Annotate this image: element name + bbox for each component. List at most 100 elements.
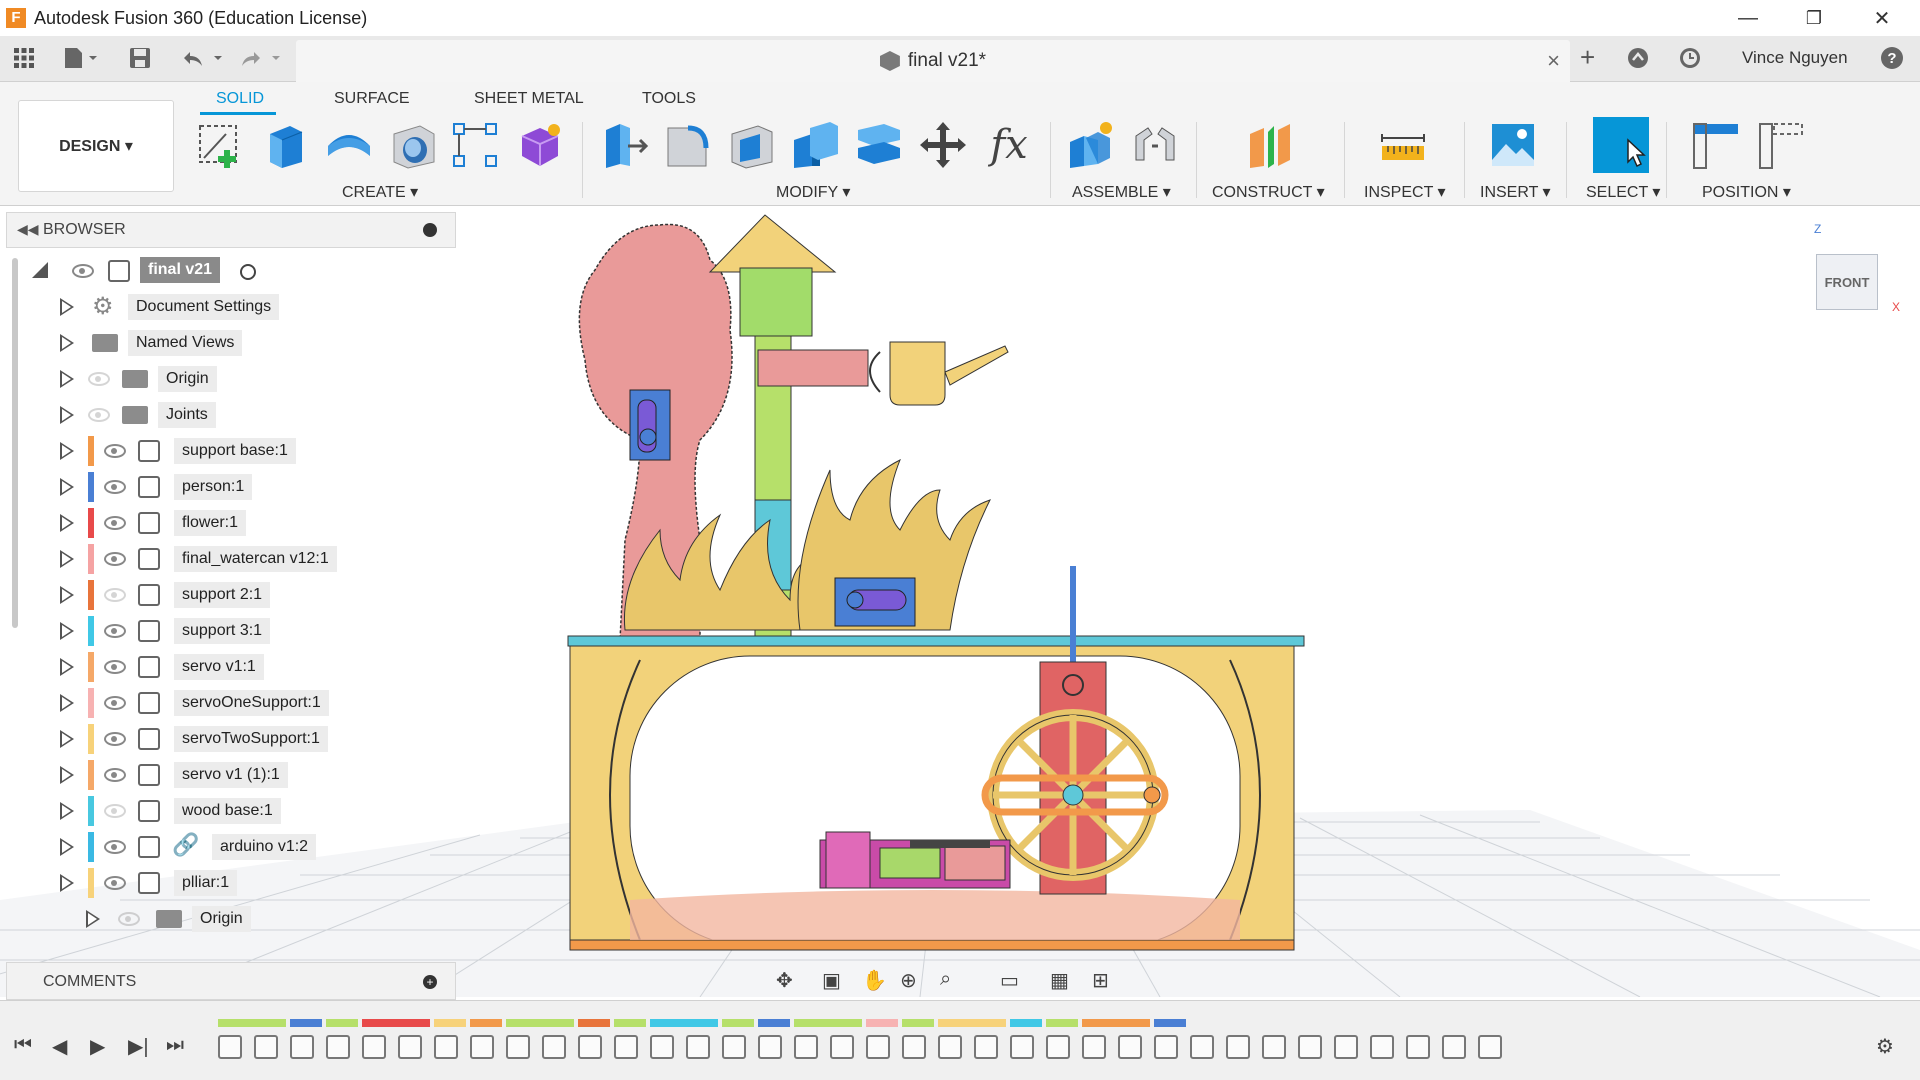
browser-item[interactable]: ⚙ Document Settings: [0, 292, 456, 322]
timeline-feature-icon[interactable]: [938, 1035, 962, 1059]
tab-surface[interactable]: SURFACE: [334, 90, 410, 108]
pattern-icon[interactable]: [450, 120, 500, 170]
display-settings-icon[interactable]: ▭: [1000, 968, 1026, 994]
look-at-icon[interactable]: ▣: [822, 968, 848, 994]
expand-triangle-icon[interactable]: [60, 658, 74, 676]
shell-icon[interactable]: [726, 120, 776, 170]
browser-item[interactable]: Origin: [0, 904, 456, 934]
browser-item[interactable]: servoTwoSupport:1: [0, 724, 456, 754]
expand-triangle-icon[interactable]: [60, 766, 74, 784]
go-to-end-icon[interactable]: ⏭: [166, 1034, 184, 1057]
press-pull-icon[interactable]: [600, 120, 650, 170]
expand-triangle-icon[interactable]: [60, 730, 74, 748]
timeline-feature-icon[interactable]: [1442, 1035, 1466, 1059]
timeline-feature-icon[interactable]: [1478, 1035, 1502, 1059]
select-icon[interactable]: [1592, 116, 1650, 174]
create-form-icon[interactable]: [514, 120, 564, 170]
browser-item[interactable]: Origin: [0, 364, 456, 394]
eye-icon[interactable]: [104, 732, 126, 746]
tab-tools[interactable]: TOOLS: [642, 90, 696, 108]
timeline-feature-icon[interactable]: [1226, 1035, 1250, 1059]
expand-triangle-icon[interactable]: [60, 838, 74, 856]
timeline-feature-icon[interactable]: [1406, 1035, 1430, 1059]
expand-triangle-icon[interactable]: [60, 406, 74, 424]
eye-icon[interactable]: [104, 696, 126, 710]
capture-position-icon[interactable]: [1690, 120, 1740, 170]
fillet-icon[interactable]: [662, 120, 712, 170]
timeline-feature-icon[interactable]: [1154, 1035, 1178, 1059]
activate-radio-icon[interactable]: [240, 264, 256, 280]
eye-icon[interactable]: [104, 516, 126, 530]
timeline-feature-icon[interactable]: [1118, 1035, 1142, 1059]
parameters-fx-icon[interactable]: fx: [984, 120, 1034, 170]
measure-icon[interactable]: [1378, 120, 1428, 170]
collapse-panel-icon[interactable]: ◀◀: [17, 221, 39, 238]
redo-icon[interactable]: [236, 46, 286, 72]
eye-icon[interactable]: [104, 552, 126, 566]
revolve-icon[interactable]: [324, 120, 374, 170]
split-body-icon[interactable]: [854, 120, 904, 170]
browser-panel-header[interactable]: ◀◀ BROWSER: [6, 212, 456, 248]
timeline-feature-icon[interactable]: [218, 1035, 242, 1059]
timeline-feature-icon[interactable]: [434, 1035, 458, 1059]
browser-item[interactable]: wood base:1: [0, 796, 456, 826]
timeline-feature-icon[interactable]: [542, 1035, 566, 1059]
timeline-feature-icon[interactable]: [578, 1035, 602, 1059]
user-name[interactable]: Vince Nguyen: [1742, 48, 1848, 68]
construct-group-label[interactable]: CONSTRUCT ▾: [1212, 182, 1325, 202]
add-comment-icon[interactable]: +: [423, 975, 437, 989]
expand-triangle-icon[interactable]: [60, 370, 74, 388]
browser-item[interactable]: Named Views: [0, 328, 456, 358]
browser-minimize-icon[interactable]: [423, 223, 437, 237]
hole-icon[interactable]: [388, 120, 438, 170]
close-tab-icon[interactable]: ×: [1547, 48, 1560, 74]
go-to-start-icon[interactable]: ⏮: [14, 1034, 32, 1057]
browser-item[interactable]: flower:1: [0, 508, 456, 538]
timeline-feature-icon[interactable]: [1190, 1035, 1214, 1059]
timeline-feature-icon[interactable]: [470, 1035, 494, 1059]
browser-item[interactable]: servo v1 (1):1: [0, 760, 456, 790]
timeline-feature-icon[interactable]: [326, 1035, 350, 1059]
eye-icon[interactable]: [104, 444, 126, 458]
timeline-feature-icon[interactable]: [1334, 1035, 1358, 1059]
timeline-feature-icon[interactable]: [1082, 1035, 1106, 1059]
restore-button[interactable]: ❐: [1784, 0, 1844, 36]
timeline-feature-icon[interactable]: [722, 1035, 746, 1059]
viewports-icon[interactable]: ⊞: [1092, 968, 1118, 994]
expand-triangle-icon[interactable]: [60, 550, 74, 568]
eye-icon[interactable]: [104, 624, 126, 638]
browser-item[interactable]: servoOneSupport:1: [0, 688, 456, 718]
eye-icon[interactable]: [88, 372, 110, 386]
collapse-triangle-icon[interactable]: [32, 262, 48, 278]
save-icon[interactable]: [128, 46, 152, 72]
timeline-feature-icon[interactable]: [758, 1035, 782, 1059]
new-tab-icon[interactable]: +: [1580, 44, 1595, 70]
assemble-group-label[interactable]: ASSEMBLE ▾: [1072, 182, 1171, 202]
move-copy-icon[interactable]: [918, 120, 968, 170]
extrude-icon[interactable]: [260, 120, 310, 170]
close-window-button[interactable]: ✕: [1852, 0, 1912, 36]
modify-group-label[interactable]: MODIFY ▾: [776, 182, 850, 202]
expand-triangle-icon[interactable]: [60, 622, 74, 640]
eye-icon[interactable]: [118, 912, 140, 926]
timeline-feature-icon[interactable]: [866, 1035, 890, 1059]
help-icon[interactable]: ?: [1880, 46, 1904, 72]
document-tab[interactable]: final v21* ×: [296, 40, 1570, 82]
eye-icon[interactable]: [104, 876, 126, 890]
eye-icon[interactable]: [104, 588, 126, 602]
table-top-model[interactable]: [567, 635, 1305, 647]
expand-triangle-icon[interactable]: [60, 694, 74, 712]
minimize-button[interactable]: —: [1718, 0, 1778, 36]
browser-item[interactable]: servo v1:1: [0, 652, 456, 682]
viewcube[interactable]: FRONT: [1816, 254, 1878, 310]
timeline-feature-icon[interactable]: [686, 1035, 710, 1059]
timeline-feature-icon[interactable]: [794, 1035, 818, 1059]
browser-item[interactable]: plliar:1: [0, 868, 456, 898]
new-component-icon[interactable]: [1066, 120, 1116, 170]
eye-icon[interactable]: [72, 264, 94, 278]
select-group-label[interactable]: SELECT ▾: [1586, 182, 1660, 202]
create-group-label[interactable]: CREATE ▾: [342, 182, 418, 202]
timeline-feature-icon[interactable]: [650, 1035, 674, 1059]
fit-icon[interactable]: ⌕: [940, 968, 966, 994]
expand-triangle-icon[interactable]: [60, 334, 74, 352]
